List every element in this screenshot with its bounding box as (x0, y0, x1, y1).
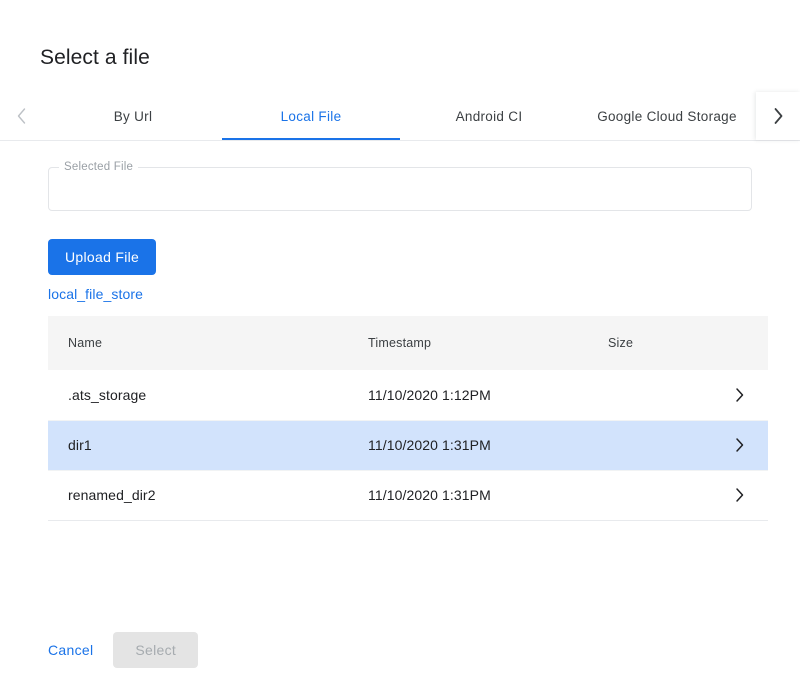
cell-name: renamed_dir2 (48, 470, 368, 520)
cancel-button[interactable]: Cancel (38, 632, 103, 668)
tab-label: By Url (114, 109, 153, 124)
tab-scroll-left-button[interactable] (0, 92, 44, 140)
file-table-head: Name Timestamp Size (48, 316, 768, 370)
table-header-row: Name Timestamp Size (48, 316, 768, 370)
table-row[interactable]: renamed_dir211/10/2020 1:31PM (48, 470, 768, 520)
cell-timestamp: 11/10/2020 1:31PM (368, 470, 608, 520)
column-header-size: Size (608, 316, 708, 370)
column-header-timestamp: Timestamp (368, 316, 608, 370)
cell-name: dir1 (48, 420, 368, 470)
cell-size (608, 420, 708, 470)
row-chevron-right-icon[interactable] (708, 470, 768, 520)
column-header-chevron (708, 316, 768, 370)
select-button[interactable]: Select (113, 632, 198, 668)
tab-strip: By Url Local File Android CI Google Cloud S… (44, 92, 756, 140)
cell-timestamp: 11/10/2020 1:31PM (368, 420, 608, 470)
selected-file-field[interactable]: Selected File (48, 167, 752, 211)
dialog-footer: Cancel Select (0, 614, 800, 686)
breadcrumb[interactable]: local_file_store (48, 286, 143, 302)
file-table-body: .ats_storage11/10/2020 1:12PMdir111/10/2… (48, 370, 768, 520)
tab-scroll-right-button[interactable] (756, 92, 800, 140)
tab-label: Android CI (456, 109, 523, 124)
row-chevron-right-icon[interactable] (708, 420, 768, 470)
dialog-body: Selected File Upload File local_file_sto… (0, 141, 800, 686)
tab-by-url[interactable]: By Url (44, 92, 222, 140)
table-row[interactable]: dir111/10/2020 1:31PM (48, 420, 768, 470)
cell-timestamp: 11/10/2020 1:12PM (368, 370, 608, 420)
tab-label: Google Cloud Storage (597, 109, 737, 124)
table-row[interactable]: .ats_storage11/10/2020 1:12PM (48, 370, 768, 420)
upload-file-button[interactable]: Upload File (48, 239, 156, 275)
cell-size (608, 370, 708, 420)
select-file-dialog: Select a file By Url Local File Android CI… (0, 0, 800, 686)
selected-file-input[interactable] (49, 168, 751, 210)
file-table: Name Timestamp Size .ats_storage11/10/20… (48, 316, 768, 521)
tab-label: Local File (281, 109, 342, 124)
column-header-name: Name (48, 316, 368, 370)
cell-name: .ats_storage (48, 370, 368, 420)
page-title: Select a file (0, 0, 800, 72)
chevron-right-icon (770, 105, 786, 127)
tab-android-ci[interactable]: Android CI (400, 92, 578, 140)
tab-bar: By Url Local File Android CI Google Cloud S… (0, 92, 800, 141)
tab-local-file[interactable]: Local File (222, 92, 400, 140)
cell-size (608, 470, 708, 520)
tab-google-cloud-storage[interactable]: Google Cloud Storage (578, 92, 756, 140)
row-chevron-right-icon[interactable] (708, 370, 768, 420)
chevron-left-icon (14, 105, 30, 127)
